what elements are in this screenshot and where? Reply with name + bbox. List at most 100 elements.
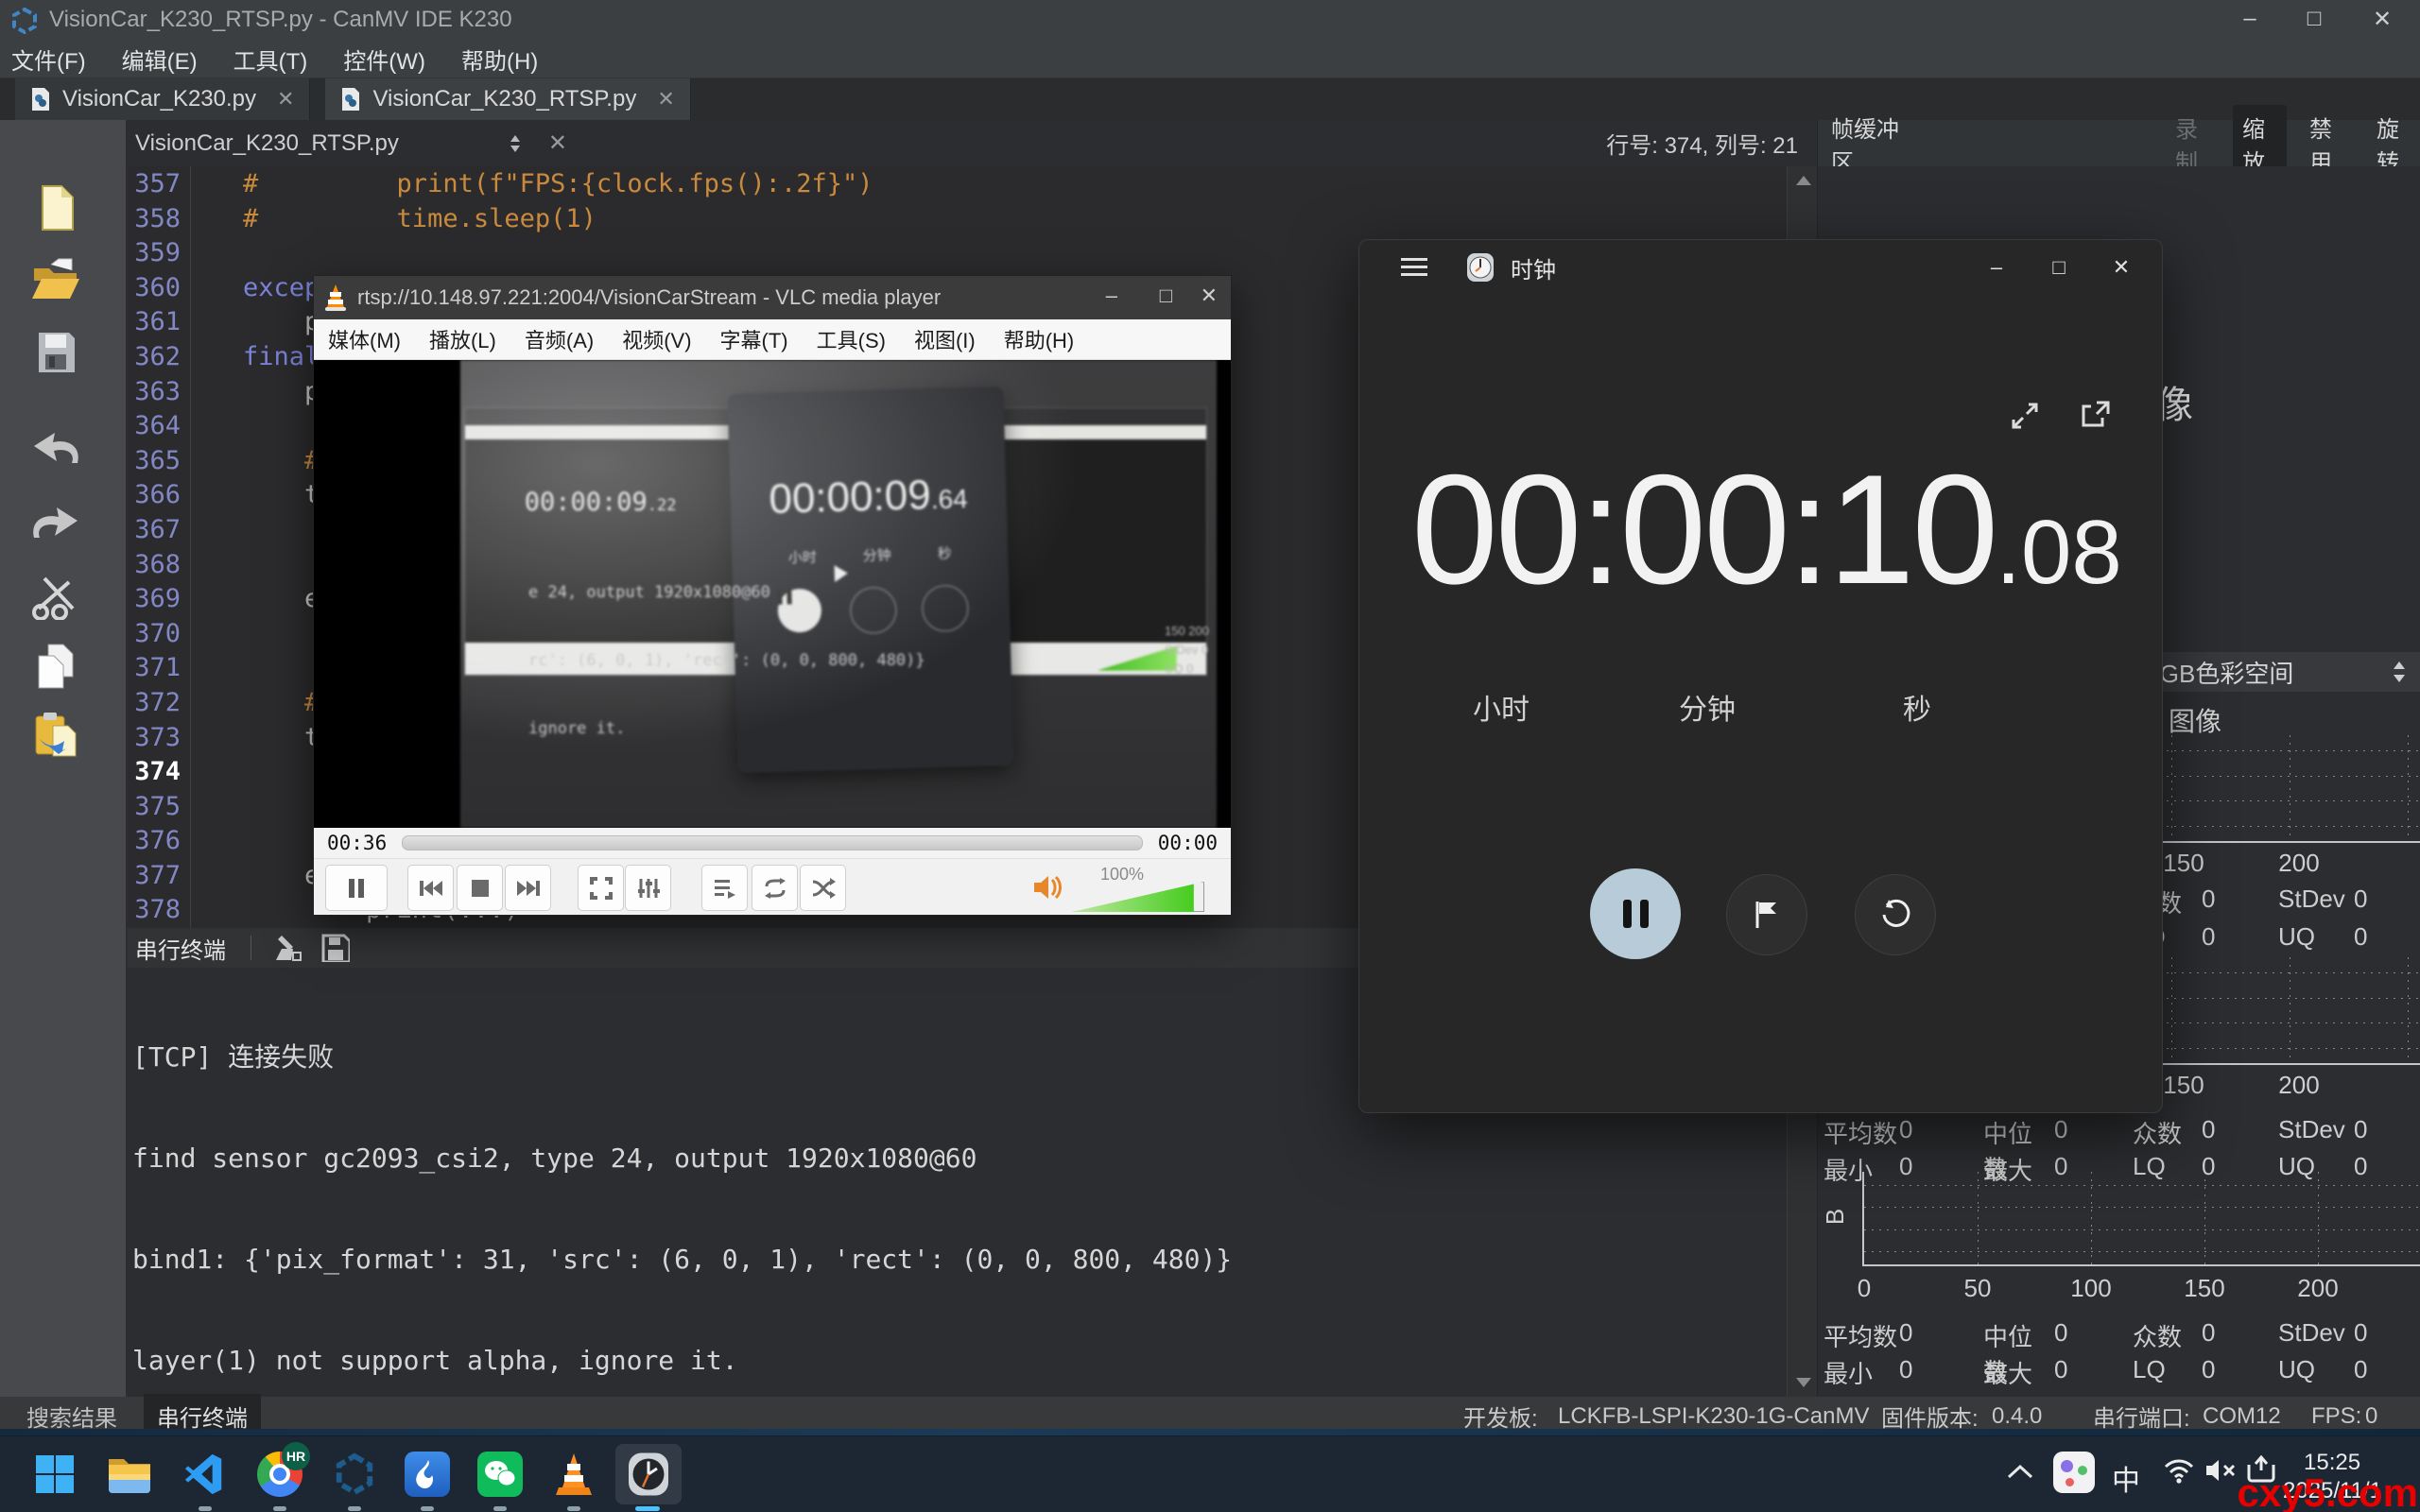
clock-close-button[interactable]: ✕ bbox=[2090, 255, 2152, 280]
loop-button[interactable] bbox=[752, 865, 798, 911]
scroll-down-icon[interactable] bbox=[1796, 1378, 1811, 1387]
tray-app-icon[interactable] bbox=[2053, 1452, 2095, 1493]
tick: 150 bbox=[2163, 849, 2204, 878]
vlc-menu-video[interactable]: 视频(V) bbox=[608, 324, 705, 354]
vscode-icon bbox=[183, 1452, 227, 1496]
vlc-menu-view[interactable]: 视图(I) bbox=[900, 324, 990, 354]
python-file-icon bbox=[30, 87, 51, 112]
menu-control[interactable]: 控件(W) bbox=[332, 43, 450, 76]
previous-button[interactable] bbox=[407, 865, 454, 911]
vlc-close-button[interactable]: ✕ bbox=[1201, 284, 1218, 308]
next-button[interactable] bbox=[505, 865, 551, 911]
save-button[interactable] bbox=[28, 324, 83, 379]
seek-slider[interactable] bbox=[402, 835, 1143, 850]
vlc-menu-audio[interactable]: 音频(A) bbox=[510, 324, 608, 354]
canmv-logo-icon bbox=[11, 8, 38, 34]
vlc-menu-playback[interactable]: 播放(L) bbox=[415, 324, 510, 354]
wechat-button[interactable] bbox=[470, 1444, 530, 1504]
paste-icon bbox=[32, 711, 79, 760]
vlc-titlebar[interactable]: rtsp://10.148.97.221:2004/VisionCarStrea… bbox=[314, 276, 1231, 319]
document-close-icon[interactable]: ✕ bbox=[548, 129, 567, 157]
desktop: VisionCar_K230_RTSP.py - CanMV IDE K230 … bbox=[0, 0, 2420, 1512]
split-editor-icon[interactable] bbox=[503, 132, 527, 155]
playlist-button[interactable] bbox=[701, 865, 748, 911]
reset-icon bbox=[1879, 899, 1911, 931]
clear-terminal-icon[interactable] bbox=[272, 934, 302, 962]
vlc-minimize-button[interactable]: – bbox=[1106, 284, 1117, 308]
canmv-ide-icon bbox=[333, 1452, 376, 1496]
lap-flag-button[interactable] bbox=[1726, 874, 1807, 955]
flame-app-button[interactable] bbox=[397, 1444, 458, 1504]
vlc-menu-media[interactable]: 媒体(M) bbox=[314, 324, 415, 354]
ide-maximize-button[interactable]: □ bbox=[2286, 6, 2342, 32]
pin-to-top-icon[interactable] bbox=[2078, 401, 2110, 431]
paste-button[interactable] bbox=[28, 708, 83, 763]
port-value: COM12 bbox=[2203, 1403, 2281, 1430]
firmware-label: 固件版本: bbox=[1881, 1400, 1979, 1433]
chrome-button[interactable]: HR bbox=[250, 1444, 310, 1504]
ide-close-button[interactable]: ✕ bbox=[2354, 6, 2411, 33]
clock-minimize-button[interactable]: – bbox=[1965, 255, 2028, 280]
menu-tools[interactable]: 工具(T) bbox=[222, 43, 333, 76]
copy-button[interactable] bbox=[28, 639, 83, 694]
file-explorer-button[interactable] bbox=[99, 1444, 160, 1504]
vlc-menu-tools[interactable]: 工具(S) bbox=[803, 324, 900, 354]
volume-slider[interactable] bbox=[1072, 882, 1204, 912]
ide-toolbar bbox=[0, 120, 126, 1397]
equalizer-button[interactable] bbox=[625, 865, 671, 911]
menu-edit[interactable]: 编辑(E) bbox=[111, 43, 222, 76]
board-label: 开发板: bbox=[1463, 1400, 1538, 1433]
redo-icon bbox=[30, 504, 81, 541]
shuffle-button[interactable] bbox=[800, 865, 846, 911]
clock-taskbar-button[interactable] bbox=[615, 1444, 682, 1504]
start-button[interactable] bbox=[25, 1444, 85, 1504]
vlc-video-area[interactable]: 00:00:09.22 00:00:09.64 小时分钟秒 e 24, bbox=[314, 360, 1231, 828]
video-frame: 00:00:09.22 00:00:09.64 小时分钟秒 e 24, bbox=[460, 360, 1217, 828]
pause-button[interactable] bbox=[325, 865, 388, 911]
running-indicator bbox=[348, 1506, 361, 1511]
stopwatch-pause-button[interactable] bbox=[1590, 868, 1681, 959]
fullscreen-button[interactable] bbox=[578, 865, 624, 911]
new-file-button[interactable] bbox=[28, 180, 83, 235]
canmv-ide-button[interactable] bbox=[324, 1444, 385, 1504]
vlc-maximize-button[interactable]: □ bbox=[1160, 284, 1172, 308]
reset-button[interactable] bbox=[1855, 874, 1936, 955]
save-log-icon[interactable] bbox=[321, 934, 350, 962]
stop-playback-button[interactable] bbox=[457, 865, 503, 911]
hamburger-menu-icon[interactable] bbox=[1401, 257, 1427, 278]
expand-icon[interactable] bbox=[2010, 401, 2040, 431]
tab-close-icon[interactable]: ✕ bbox=[657, 87, 674, 112]
volume-icon[interactable] bbox=[1032, 872, 1064, 902]
input-method-indicator[interactable]: 中 bbox=[2112, 1457, 2140, 1499]
document-filename: VisionCar_K230_RTSP.py bbox=[135, 130, 399, 157]
wifi-icon[interactable] bbox=[2163, 1457, 2195, 1484]
fps-label: FPS: bbox=[2311, 1403, 2361, 1430]
cut-button[interactable] bbox=[28, 571, 83, 626]
terminal-title: 串行终端 bbox=[135, 932, 226, 965]
tab-visioncar-k230[interactable]: VisionCar_K230.py ✕ bbox=[15, 78, 310, 120]
menu-help[interactable]: 帮助(H) bbox=[450, 43, 562, 76]
ide-minimize-button[interactable]: – bbox=[2221, 6, 2278, 32]
tab-visioncar-k230-rtsp[interactable]: VisionCar_K230_RTSP.py ✕ bbox=[325, 78, 690, 120]
active-indicator bbox=[635, 1506, 660, 1511]
redo-button[interactable] bbox=[28, 495, 83, 550]
histogram-b bbox=[1862, 1172, 2420, 1266]
vlc-controls: 100% bbox=[314, 858, 1231, 915]
spinner-icon[interactable] bbox=[2392, 660, 2407, 684]
camera-glare bbox=[460, 360, 1217, 828]
vlc-taskbar-icon bbox=[553, 1452, 595, 1497]
undo-button[interactable] bbox=[28, 421, 83, 475]
tab-close-icon[interactable]: ✕ bbox=[277, 87, 294, 112]
vlc-menu-help[interactable]: 帮助(H) bbox=[990, 324, 1089, 354]
scroll-up-icon[interactable] bbox=[1796, 176, 1811, 185]
vlc-menu-subtitle[interactable]: 字幕(T) bbox=[706, 324, 803, 354]
clock-maximize-button[interactable]: □ bbox=[2028, 255, 2090, 280]
flag-icon bbox=[1754, 901, 1779, 929]
tray-expand-icon[interactable] bbox=[2007, 1463, 2033, 1480]
vlc-taskbar-button[interactable] bbox=[544, 1444, 604, 1504]
clock-titlebar[interactable]: 时钟 – □ ✕ bbox=[1359, 240, 2162, 295]
vscode-button[interactable] bbox=[175, 1444, 235, 1504]
open-file-button[interactable] bbox=[28, 252, 83, 307]
menu-file[interactable]: 文件(F) bbox=[0, 43, 111, 76]
volume-muted-icon[interactable] bbox=[2204, 1457, 2238, 1484]
